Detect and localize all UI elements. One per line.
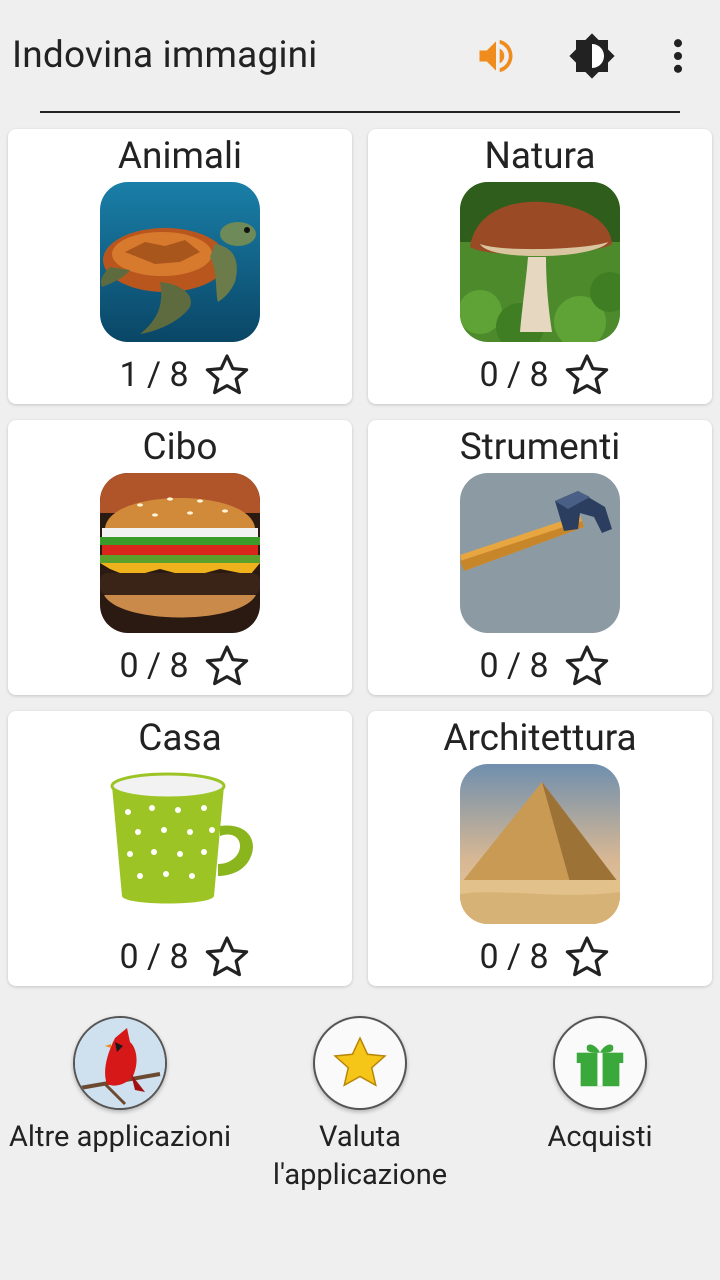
- score-row: 1 / 8: [8, 351, 352, 399]
- category-title: Architettura: [443, 717, 637, 760]
- score-row: 0 / 8: [368, 642, 712, 690]
- purchases-button[interactable]: Acquisti: [480, 1016, 720, 1156]
- category-card-animali[interactable]: Animali 1 / 8: [8, 129, 352, 404]
- sound-toggle-button[interactable]: [470, 30, 522, 82]
- score-row: 0 / 8: [8, 642, 352, 690]
- category-title: Natura: [484, 135, 596, 178]
- hammer-image: [460, 473, 620, 633]
- turtle-image: [100, 182, 260, 342]
- burger-image: [100, 473, 260, 633]
- category-card-casa[interactable]: Casa 0 / 8: [8, 711, 352, 986]
- star-outline-icon: [205, 645, 248, 686]
- category-title: Animali: [117, 135, 243, 178]
- mushroom-image: [460, 182, 620, 342]
- rate-app-button[interactable]: Valuta l'applicazione: [240, 1016, 480, 1194]
- more-vert-icon: [673, 39, 683, 73]
- category-card-cibo[interactable]: Cibo 0 / 8: [8, 420, 352, 695]
- star-outline-icon: [565, 645, 608, 686]
- category-title: Strumenti: [459, 426, 621, 469]
- score-text: 0 / 8: [119, 937, 189, 977]
- app-title: Indovina immagini: [12, 34, 318, 77]
- category-card-natura[interactable]: Natura 0 / 8: [368, 129, 712, 404]
- category-title: Casa: [138, 717, 222, 760]
- volume-icon: [479, 39, 513, 73]
- pyramid-image: [460, 764, 620, 924]
- category-card-strumenti[interactable]: Strumenti 0 / 8: [368, 420, 712, 695]
- app-bar: Indovina immagini: [0, 0, 720, 112]
- score-row: 0 / 8: [368, 351, 712, 399]
- star-outline-icon: [565, 936, 608, 977]
- star-outline-icon: [205, 936, 248, 977]
- header-divider: [40, 111, 680, 113]
- score-row: 0 / 8: [8, 933, 352, 981]
- star-outline-icon: [205, 354, 248, 395]
- category-card-architettura[interactable]: Architettura 0 / 8: [368, 711, 712, 986]
- other-apps-button[interactable]: Altre applicazioni: [0, 1016, 240, 1156]
- brightness-icon: [569, 33, 615, 79]
- purchases-label: Acquisti: [547, 1120, 653, 1154]
- overflow-menu-button[interactable]: [652, 30, 704, 82]
- gift-icon: [553, 1016, 647, 1110]
- score-row: 0 / 8: [368, 933, 712, 981]
- mug-image: [100, 764, 260, 924]
- score-text: 0 / 8: [479, 355, 549, 395]
- rate-app-label: Valuta l'applicazione: [272, 1120, 448, 1192]
- score-text: 0 / 8: [119, 646, 189, 686]
- score-text: 0 / 8: [479, 646, 549, 686]
- cardinal-bird-icon: [73, 1016, 167, 1110]
- theme-toggle-button[interactable]: [566, 30, 618, 82]
- score-text: 0 / 8: [479, 937, 549, 977]
- star-icon: [313, 1016, 407, 1110]
- score-text: 1 / 8: [119, 355, 189, 395]
- other-apps-label: Altre applicazioni: [8, 1120, 232, 1154]
- category-title: Cibo: [142, 426, 218, 469]
- star-outline-icon: [565, 354, 608, 395]
